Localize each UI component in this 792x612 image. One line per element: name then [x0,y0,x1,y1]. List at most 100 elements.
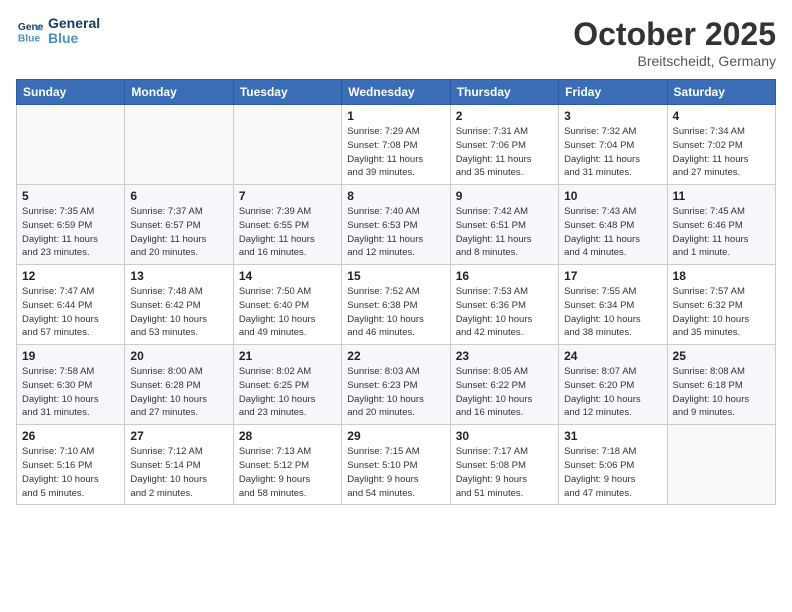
calendar-cell [233,105,341,185]
calendar-cell: 30 Sunrise: 7:17 AM Sunset: 5:08 PM Dayli… [450,425,558,505]
calendar-week-row: 5 Sunrise: 7:35 AM Sunset: 6:59 PM Daylig… [17,185,776,265]
calendar-cell: 11Sunrise: 7:45 AM Sunset: 6:46 PM Dayli… [667,185,775,265]
calendar-cell: 3Sunrise: 7:32 AM Sunset: 7:04 PM Daylig… [559,105,667,185]
weekday-header-monday: Monday [125,80,233,105]
calendar-cell: 27Sunrise: 7:12 AM Sunset: 5:14 PM Dayli… [125,425,233,505]
page-header: General Blue General Blue October 2025 B… [16,16,776,69]
calendar-cell: 19Sunrise: 7:58 AM Sunset: 6:30 PM Dayli… [17,345,125,425]
day-number: 6 [130,189,227,203]
day-number: 31 [564,429,661,443]
logo: General Blue General Blue [16,16,100,47]
calendar-table: SundayMondayTuesdayWednesdayThursdayFrid… [16,79,776,505]
calendar-cell: 7 Sunrise: 7:39 AM Sunset: 6:55 PM Daylig… [233,185,341,265]
day-info: Sunrise: 7:10 AM Sunset: 5:16 PM Dayligh… [22,445,119,500]
calendar-cell: 31Sunrise: 7:18 AM Sunset: 5:06 PM Dayli… [559,425,667,505]
day-number: 7 [239,189,336,203]
weekday-header-sunday: Sunday [17,80,125,105]
day-number: 12 [22,269,119,283]
calendar-cell: 28 Sunrise: 7:13 AM Sunset: 5:12 PM Dayli… [233,425,341,505]
day-number: 20 [130,349,227,363]
calendar-cell: 8 Sunrise: 7:40 AM Sunset: 6:53 PM Daylig… [342,185,450,265]
day-info: Sunrise: 8:00 AM Sunset: 6:28 PM Dayligh… [130,365,227,420]
day-number: 10 [564,189,661,203]
day-number: 1 [347,109,444,123]
title-block: October 2025 Breitscheidt, Germany [573,16,776,69]
calendar-cell: 25 Sunrise: 8:08 AM Sunset: 6:18 PM Dayli… [667,345,775,425]
svg-text:Blue: Blue [18,34,41,45]
calendar-cell: 18 Sunrise: 7:57 AM Sunset: 6:32 PM Dayli… [667,265,775,345]
day-info: Sunrise: 7:37 AM Sunset: 6:57 PM Dayligh… [130,205,227,260]
day-info: Sunrise: 7:57 AM Sunset: 6:32 PM Dayligh… [673,285,770,340]
day-number: 4 [673,109,770,123]
calendar-cell: 13Sunrise: 7:48 AM Sunset: 6:42 PM Dayli… [125,265,233,345]
day-number: 8 [347,189,444,203]
day-number: 9 [456,189,553,203]
day-info: Sunrise: 7:43 AM Sunset: 6:48 PM Dayligh… [564,205,661,260]
day-number: 26 [22,429,119,443]
day-number: 17 [564,269,661,283]
calendar-cell: 26 Sunrise: 7:10 AM Sunset: 5:16 PM Dayli… [17,425,125,505]
calendar-cell: 12 Sunrise: 7:47 AM Sunset: 6:44 PM Dayli… [17,265,125,345]
calendar-cell: 10 Sunrise: 7:43 AM Sunset: 6:48 PM Dayli… [559,185,667,265]
calendar-cell: 23Sunrise: 8:05 AM Sunset: 6:22 PM Dayli… [450,345,558,425]
day-number: 5 [22,189,119,203]
day-info: Sunrise: 7:58 AM Sunset: 6:30 PM Dayligh… [22,365,119,420]
calendar-cell: 5 Sunrise: 7:35 AM Sunset: 6:59 PM Daylig… [17,185,125,265]
day-number: 29 [347,429,444,443]
day-number: 28 [239,429,336,443]
calendar-cell: 6 Sunrise: 7:37 AM Sunset: 6:57 PM Daylig… [125,185,233,265]
calendar-cell: 21Sunrise: 8:02 AM Sunset: 6:25 PM Dayli… [233,345,341,425]
day-info: Sunrise: 7:55 AM Sunset: 6:34 PM Dayligh… [564,285,661,340]
day-number: 18 [673,269,770,283]
day-info: Sunrise: 8:03 AM Sunset: 6:23 PM Dayligh… [347,365,444,420]
calendar-cell: 9Sunrise: 7:42 AM Sunset: 6:51 PM Daylig… [450,185,558,265]
weekday-header-thursday: Thursday [450,80,558,105]
location-subtitle: Breitscheidt, Germany [573,53,776,69]
logo-text-line1: General [48,16,100,31]
day-info: Sunrise: 7:50 AM Sunset: 6:40 PM Dayligh… [239,285,336,340]
calendar-week-row: 26 Sunrise: 7:10 AM Sunset: 5:16 PM Dayli… [17,425,776,505]
weekday-header-tuesday: Tuesday [233,80,341,105]
calendar-cell: 17 Sunrise: 7:55 AM Sunset: 6:34 PM Dayli… [559,265,667,345]
calendar-cell: 14 Sunrise: 7:50 AM Sunset: 6:40 PM Dayli… [233,265,341,345]
day-info: Sunrise: 7:29 AM Sunset: 7:08 PM Dayligh… [347,125,444,180]
day-info: Sunrise: 7:13 AM Sunset: 5:12 PM Dayligh… [239,445,336,500]
day-number: 11 [673,189,770,203]
day-number: 22 [347,349,444,363]
calendar-cell [667,425,775,505]
day-info: Sunrise: 7:53 AM Sunset: 6:36 PM Dayligh… [456,285,553,340]
day-info: Sunrise: 7:52 AM Sunset: 6:38 PM Dayligh… [347,285,444,340]
day-info: Sunrise: 7:32 AM Sunset: 7:04 PM Dayligh… [564,125,661,180]
day-number: 13 [130,269,227,283]
day-number: 25 [673,349,770,363]
day-info: Sunrise: 7:39 AM Sunset: 6:55 PM Dayligh… [239,205,336,260]
day-number: 14 [239,269,336,283]
day-info: Sunrise: 7:47 AM Sunset: 6:44 PM Dayligh… [22,285,119,340]
calendar-cell: 4Sunrise: 7:34 AM Sunset: 7:02 PM Daylig… [667,105,775,185]
day-number: 30 [456,429,553,443]
calendar-week-row: 1 Sunrise: 7:29 AM Sunset: 7:08 PM Daylig… [17,105,776,185]
svg-text:General: General [18,22,44,33]
day-number: 24 [564,349,661,363]
calendar-cell: 20 Sunrise: 8:00 AM Sunset: 6:28 PM Dayli… [125,345,233,425]
calendar-cell: 22 Sunrise: 8:03 AM Sunset: 6:23 PM Dayli… [342,345,450,425]
day-number: 16 [456,269,553,283]
day-info: Sunrise: 7:31 AM Sunset: 7:06 PM Dayligh… [456,125,553,180]
day-info: Sunrise: 8:08 AM Sunset: 6:18 PM Dayligh… [673,365,770,420]
weekday-header-saturday: Saturday [667,80,775,105]
calendar-week-row: 19Sunrise: 7:58 AM Sunset: 6:30 PM Dayli… [17,345,776,425]
calendar-cell: 15 Sunrise: 7:52 AM Sunset: 6:38 PM Dayli… [342,265,450,345]
day-number: 2 [456,109,553,123]
calendar-cell: 16 Sunrise: 7:53 AM Sunset: 6:36 PM Dayli… [450,265,558,345]
logo-icon: General Blue [16,17,44,45]
day-info: Sunrise: 8:05 AM Sunset: 6:22 PM Dayligh… [456,365,553,420]
day-info: Sunrise: 7:17 AM Sunset: 5:08 PM Dayligh… [456,445,553,500]
day-info: Sunrise: 7:40 AM Sunset: 6:53 PM Dayligh… [347,205,444,260]
logo-text-line2: Blue [48,31,100,46]
day-info: Sunrise: 8:07 AM Sunset: 6:20 PM Dayligh… [564,365,661,420]
day-info: Sunrise: 7:35 AM Sunset: 6:59 PM Dayligh… [22,205,119,260]
day-number: 27 [130,429,227,443]
weekday-header-friday: Friday [559,80,667,105]
day-number: 15 [347,269,444,283]
weekday-header-wednesday: Wednesday [342,80,450,105]
